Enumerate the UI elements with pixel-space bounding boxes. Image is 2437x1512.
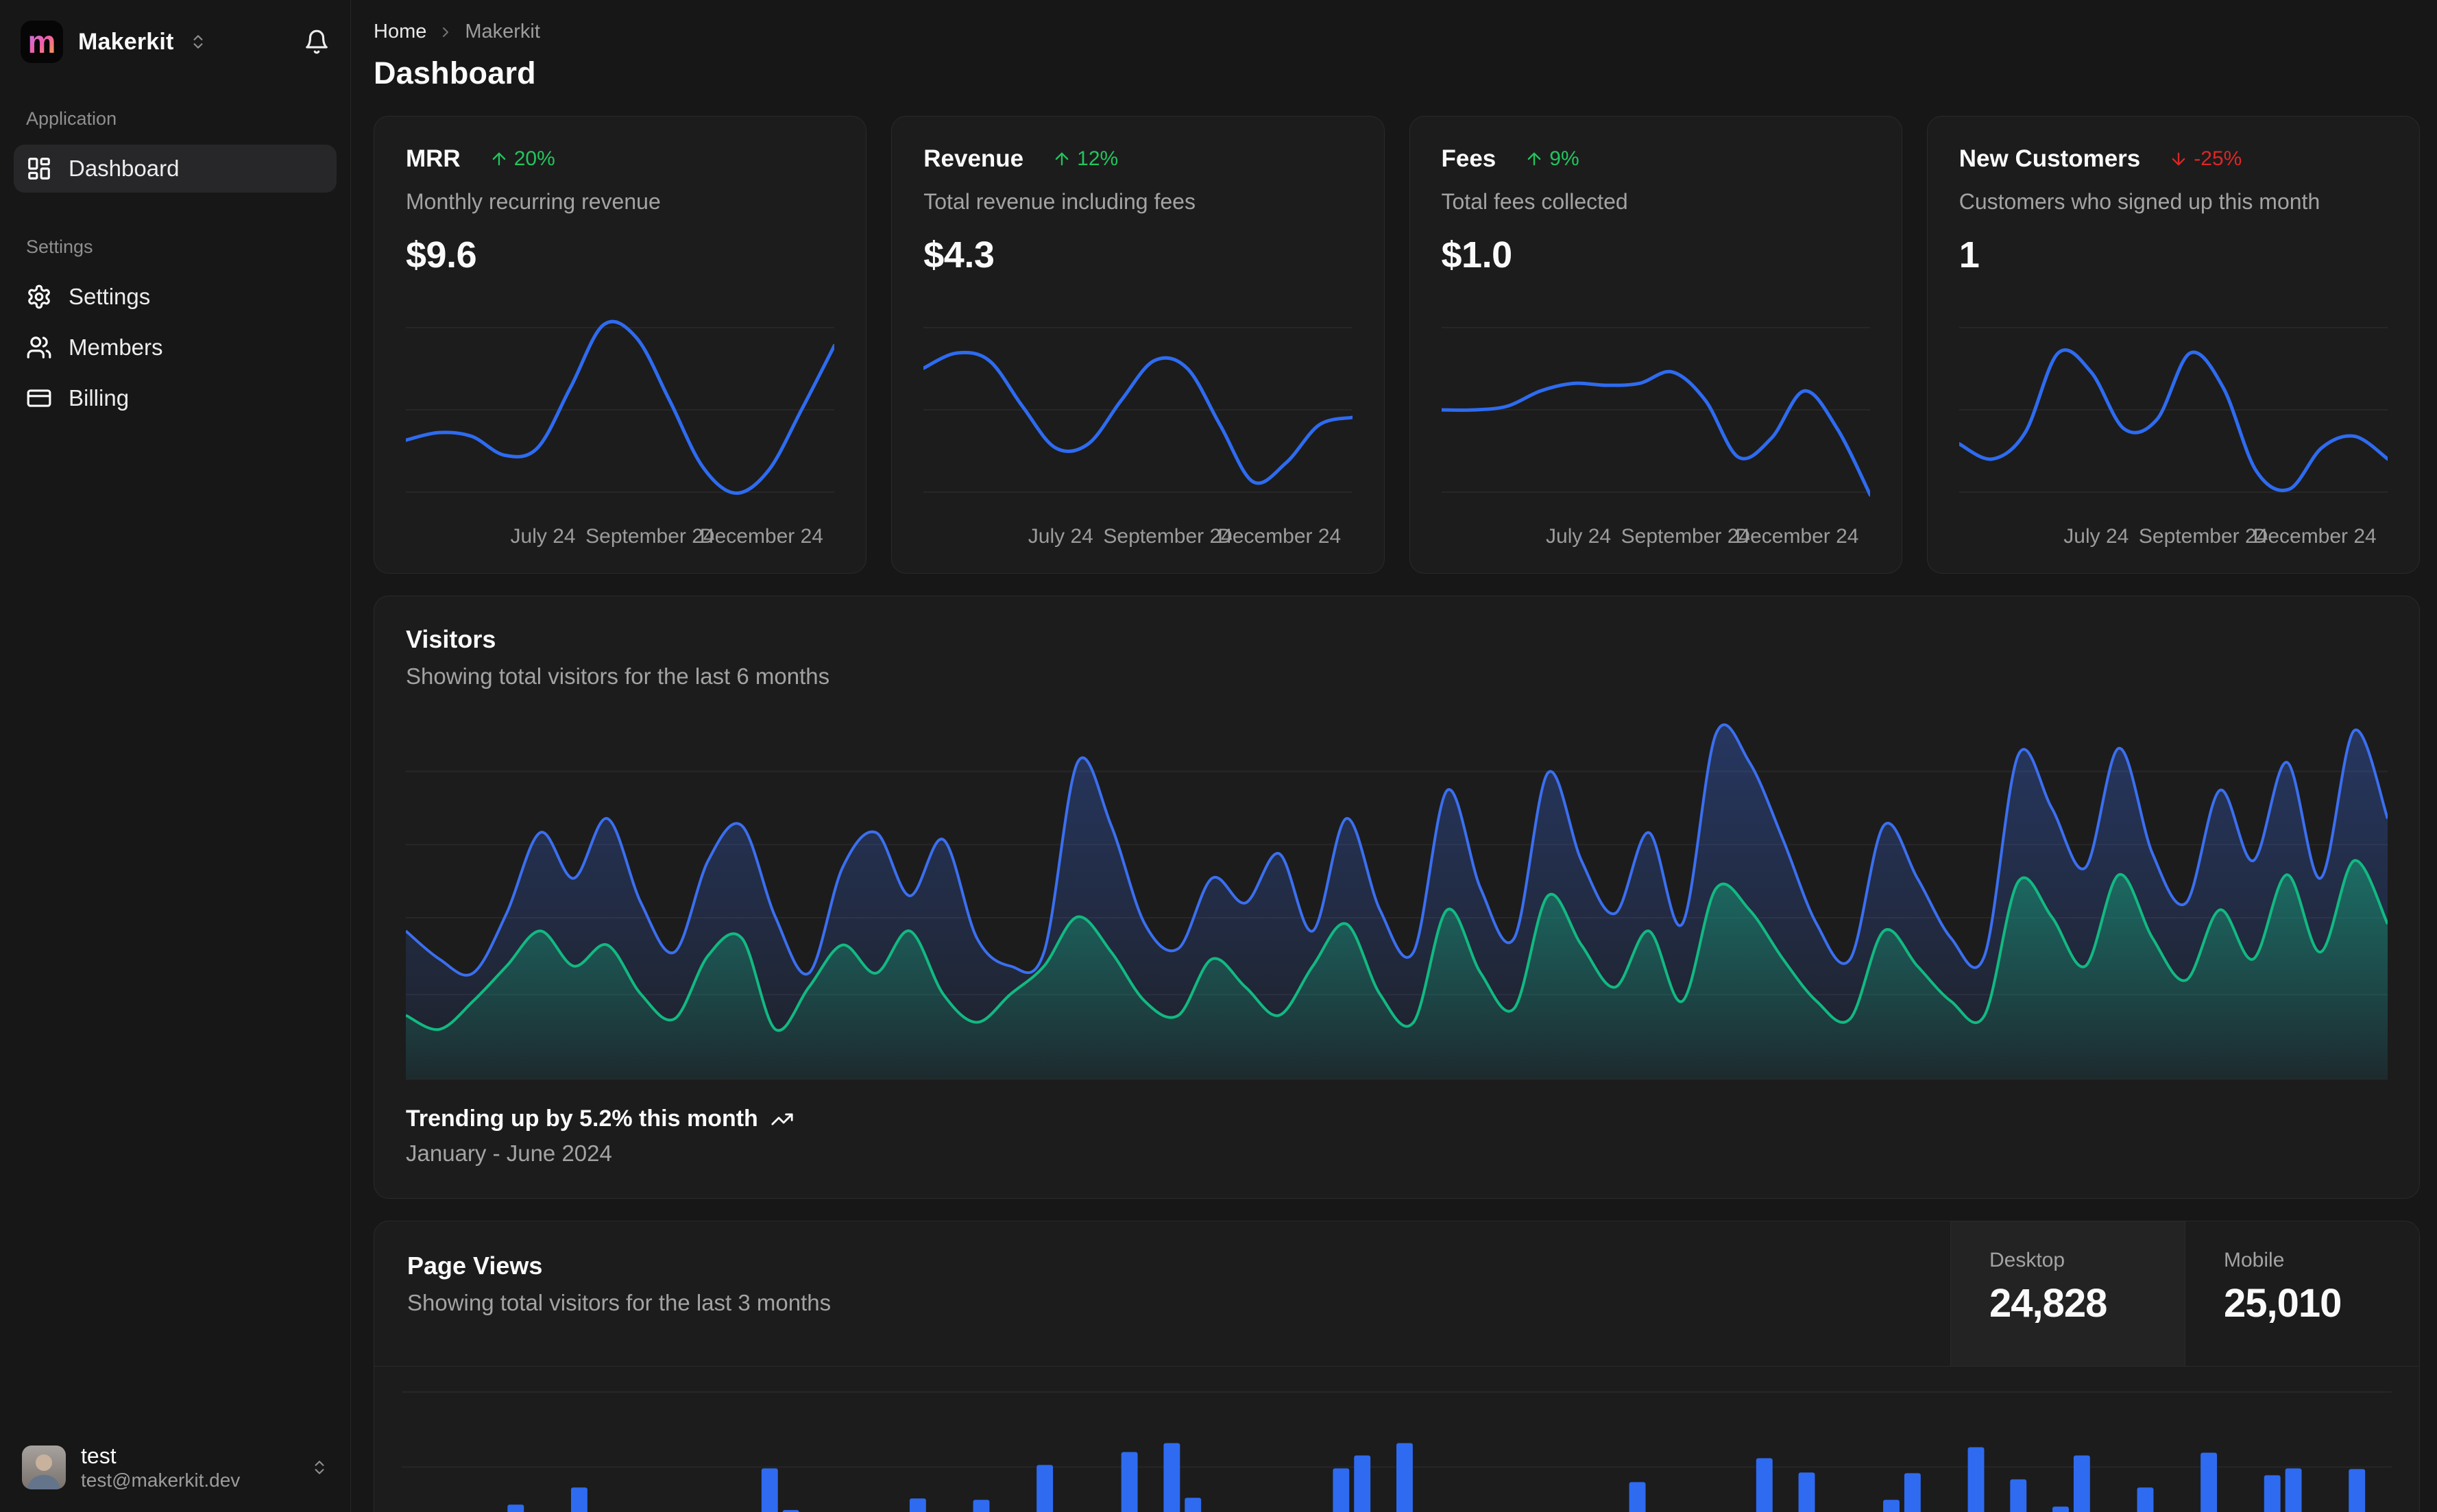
stat-title: New Customers bbox=[1959, 145, 2141, 172]
stat-description: Monthly recurring revenue bbox=[406, 189, 661, 214]
trending-up-icon bbox=[771, 1108, 794, 1131]
toggle-value: 24,828 bbox=[1989, 1281, 2107, 1326]
trend-badge: 20% bbox=[489, 147, 555, 171]
page-title: Dashboard bbox=[374, 56, 536, 90]
user-email: test@makerkit.dev bbox=[81, 1470, 241, 1491]
user-name: test bbox=[81, 1443, 117, 1468]
visitors-date-range: January - June 2024 bbox=[406, 1141, 612, 1166]
visitors-area-chart bbox=[406, 713, 2388, 1080]
toggle-desktop[interactable]: Desktop 24,828 bbox=[1950, 1221, 2185, 1366]
page-views-header: Page Views Showing total visitors for th… bbox=[374, 1221, 2419, 1367]
gear-icon bbox=[26, 284, 52, 310]
stat-title: Fees bbox=[1441, 145, 1496, 172]
sidebar-item-dashboard[interactable]: Dashboard bbox=[14, 145, 337, 193]
workspace-selector[interactable]: m Makerkit bbox=[14, 0, 337, 63]
stat-description: Customers who signed up this month bbox=[1959, 189, 2320, 214]
x-axis-labels: July 24 September 24 December 24 bbox=[510, 525, 823, 548]
arrow-up-icon bbox=[1527, 152, 1541, 166]
chevrons-up-down-icon bbox=[311, 1459, 328, 1476]
stat-value: $1.0 bbox=[1441, 234, 1513, 276]
nav-list-application: Dashboard bbox=[14, 145, 337, 193]
credit-card-icon bbox=[26, 385, 52, 411]
page-views-subtitle: Showing total visitors for the last 3 mo… bbox=[407, 1290, 832, 1315]
user-menu[interactable]: test test@makerkit.dev bbox=[14, 1428, 337, 1512]
arrow-up-icon bbox=[492, 152, 506, 166]
visitors-title: Visitors bbox=[406, 625, 496, 653]
dashboard-icon bbox=[26, 156, 52, 182]
stat-description: Total fees collected bbox=[1441, 189, 1628, 214]
bell-icon[interactable] bbox=[304, 29, 330, 55]
stat-card-mrr: MRR 20% Monthly recurring revenue $9.6 J… bbox=[374, 116, 867, 574]
stat-value: 1 bbox=[1959, 234, 1980, 276]
toggle-value: 25,010 bbox=[2224, 1281, 2342, 1326]
x-axis-labels: July 24 September 24 December 24 bbox=[1028, 525, 1342, 548]
app-root: m Makerkit Application Dashboard Setting… bbox=[0, 0, 2437, 1512]
sidebar: m Makerkit Application Dashboard Setting… bbox=[0, 0, 351, 1512]
visitors-subtitle: Showing total visitors for the last 6 mo… bbox=[406, 663, 830, 689]
avatar bbox=[22, 1446, 66, 1489]
toggle-label: Mobile bbox=[2224, 1249, 2285, 1271]
trend-badge: 9% bbox=[1525, 147, 1579, 171]
workspace-name: Makerkit bbox=[78, 28, 174, 55]
chevron-right-icon bbox=[437, 24, 454, 40]
new-customers-sparkline-chart bbox=[1959, 307, 2388, 513]
page-views-card: Page Views Showing total visitors for th… bbox=[374, 1221, 2420, 1512]
stat-card-fees: Fees 9% Total fees collected $1.0 July 2… bbox=[1409, 116, 1902, 574]
page-views-bar-chart bbox=[402, 1367, 2392, 1512]
x-axis-labels: July 24 September 24 December 24 bbox=[1546, 525, 1859, 548]
mrr-sparkline-chart bbox=[406, 307, 834, 513]
visitors-footer: Trending up by 5.2% this month bbox=[406, 1106, 2388, 1132]
chevrons-up-down-icon bbox=[189, 33, 207, 51]
nav-list-settings: Settings Members Billing bbox=[14, 273, 337, 422]
stat-title: MRR bbox=[406, 145, 461, 172]
sidebar-item-label: Billing bbox=[69, 385, 130, 411]
stat-cards-row: MRR 20% Monthly recurring revenue $9.6 J… bbox=[374, 116, 2420, 574]
sidebar-item-settings[interactable]: Settings bbox=[14, 273, 337, 321]
sidebar-item-billing[interactable]: Billing bbox=[14, 374, 337, 422]
sidebar-item-label: Members bbox=[69, 334, 163, 360]
breadcrumb: Home Makerkit bbox=[374, 21, 2420, 43]
breadcrumb-current: Makerkit bbox=[465, 21, 540, 42]
users-icon bbox=[26, 334, 52, 361]
trend-badge: -25% bbox=[2169, 147, 2242, 171]
sidebar-item-members[interactable]: Members bbox=[14, 324, 337, 371]
arrow-down-icon bbox=[2172, 152, 2185, 166]
stat-description: Total revenue including fees bbox=[923, 189, 1196, 214]
trend-badge: 12% bbox=[1052, 147, 1118, 171]
stat-card-revenue: Revenue 12% Total revenue including fees… bbox=[891, 116, 1385, 574]
makerkit-logo: m bbox=[21, 21, 63, 63]
sidebar-item-label: Settings bbox=[69, 284, 151, 309]
visitors-card: Visitors Showing total visitors for the … bbox=[374, 596, 2420, 1199]
user-info: test test@makerkit.dev bbox=[81, 1445, 240, 1490]
stat-value: $4.3 bbox=[923, 234, 995, 276]
page-views-title: Page Views bbox=[407, 1252, 543, 1280]
toggle-mobile[interactable]: Mobile 25,010 bbox=[2185, 1221, 2419, 1366]
sidebar-section-settings: Settings bbox=[26, 236, 93, 257]
stat-value: $9.6 bbox=[406, 234, 477, 276]
fees-sparkline-chart bbox=[1442, 307, 1870, 513]
main-content: Home Makerkit Dashboard MRR 20% Monthly … bbox=[351, 0, 2437, 1512]
revenue-sparkline-chart bbox=[923, 307, 1352, 513]
stat-card-new-customers: New Customers -25% Customers who signed … bbox=[1926, 116, 2420, 574]
x-axis-labels: July 24 September 24 December 24 bbox=[2063, 525, 2377, 548]
sidebar-section-application: Application bbox=[26, 108, 117, 129]
toggle-label: Desktop bbox=[1989, 1249, 2065, 1271]
breadcrumb-home-link[interactable]: Home bbox=[374, 21, 426, 43]
sidebar-item-label: Dashboard bbox=[69, 156, 180, 181]
arrow-up-icon bbox=[1055, 152, 1069, 166]
stat-title: Revenue bbox=[923, 145, 1024, 172]
